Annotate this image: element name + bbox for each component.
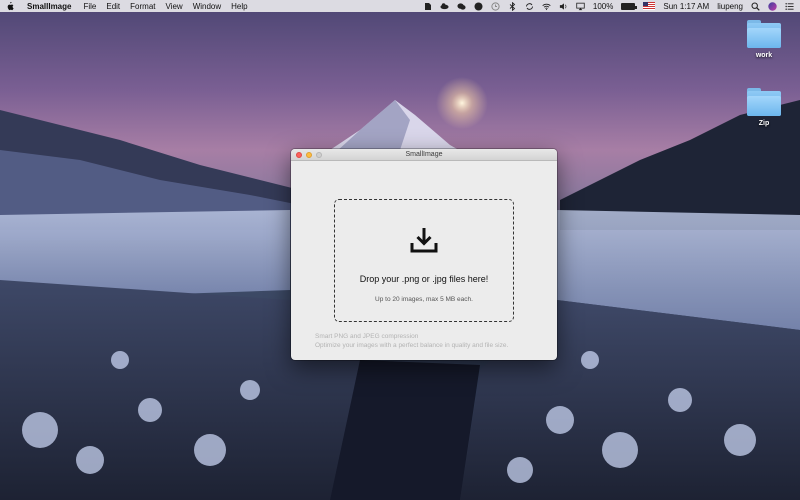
download-icon [410, 228, 438, 253]
us-flag-icon[interactable] [643, 2, 656, 10]
window-title: SmallImage [405, 151, 443, 158]
window-titlebar[interactable]: SmallImage [291, 149, 557, 161]
notification-center-icon[interactable] [785, 2, 794, 11]
smallimage-window: SmallImage Drop your .png or .jpg files … [291, 149, 557, 360]
cloud-icon[interactable] [440, 2, 449, 11]
menu-format[interactable]: Format [130, 2, 155, 11]
bluetooth-icon[interactable] [508, 1, 517, 11]
drop-zone-hint: Up to 20 images, max 5 MB each. [375, 296, 473, 303]
desktop-folder-label: work [755, 52, 773, 59]
app-description: Smart PNG and JPEG compression Optimize … [315, 332, 508, 350]
menu-file[interactable]: File [83, 2, 96, 11]
folder-icon [747, 20, 781, 48]
sync-icon[interactable] [525, 2, 534, 11]
menu-user[interactable]: liupeng [717, 2, 743, 11]
wifi-icon[interactable] [542, 2, 551, 11]
menu-clock[interactable]: Sun 1:17 AM [663, 2, 709, 11]
minimize-button[interactable] [306, 152, 312, 158]
airplay-icon[interactable] [576, 2, 585, 11]
apple-icon[interactable] [6, 1, 15, 11]
app-tagline: Smart PNG and JPEG compression [315, 333, 419, 340]
siri-icon[interactable] [768, 1, 777, 11]
menu-app-name[interactable]: SmallImage [27, 2, 71, 11]
menu-edit[interactable]: Edit [106, 2, 120, 11]
desktop-folder-work[interactable]: work [734, 20, 794, 59]
window-controls [296, 152, 322, 158]
drop-zone-title: Drop your .png or .jpg files here! [359, 274, 489, 284]
wechat-icon[interactable] [457, 2, 466, 11]
spotlight-icon[interactable] [751, 2, 760, 11]
zoom-button[interactable] [316, 152, 322, 158]
menu-view[interactable]: View [166, 2, 183, 11]
battery-icon[interactable] [621, 2, 638, 10]
drop-zone[interactable]: Drop your .png or .jpg files here! Up to… [334, 199, 514, 322]
evernote-icon[interactable] [423, 2, 432, 11]
desktop-folder-label: Zip [758, 120, 770, 127]
menu-bar: SmallImage File Edit Format View Window … [0, 0, 800, 12]
app-subtagline: Optimize your images with a perfect bala… [315, 342, 509, 349]
menu-window[interactable]: Window [193, 2, 221, 11]
battery-percent: 100% [592, 1, 614, 11]
time-machine-icon[interactable] [491, 1, 500, 11]
menu-help[interactable]: Help [231, 2, 247, 11]
volume-icon[interactable] [559, 2, 568, 11]
folder-icon [747, 88, 781, 116]
desktop-folder-zip[interactable]: Zip [734, 88, 794, 127]
message-icon[interactable] [474, 2, 483, 11]
close-button[interactable] [296, 152, 302, 158]
